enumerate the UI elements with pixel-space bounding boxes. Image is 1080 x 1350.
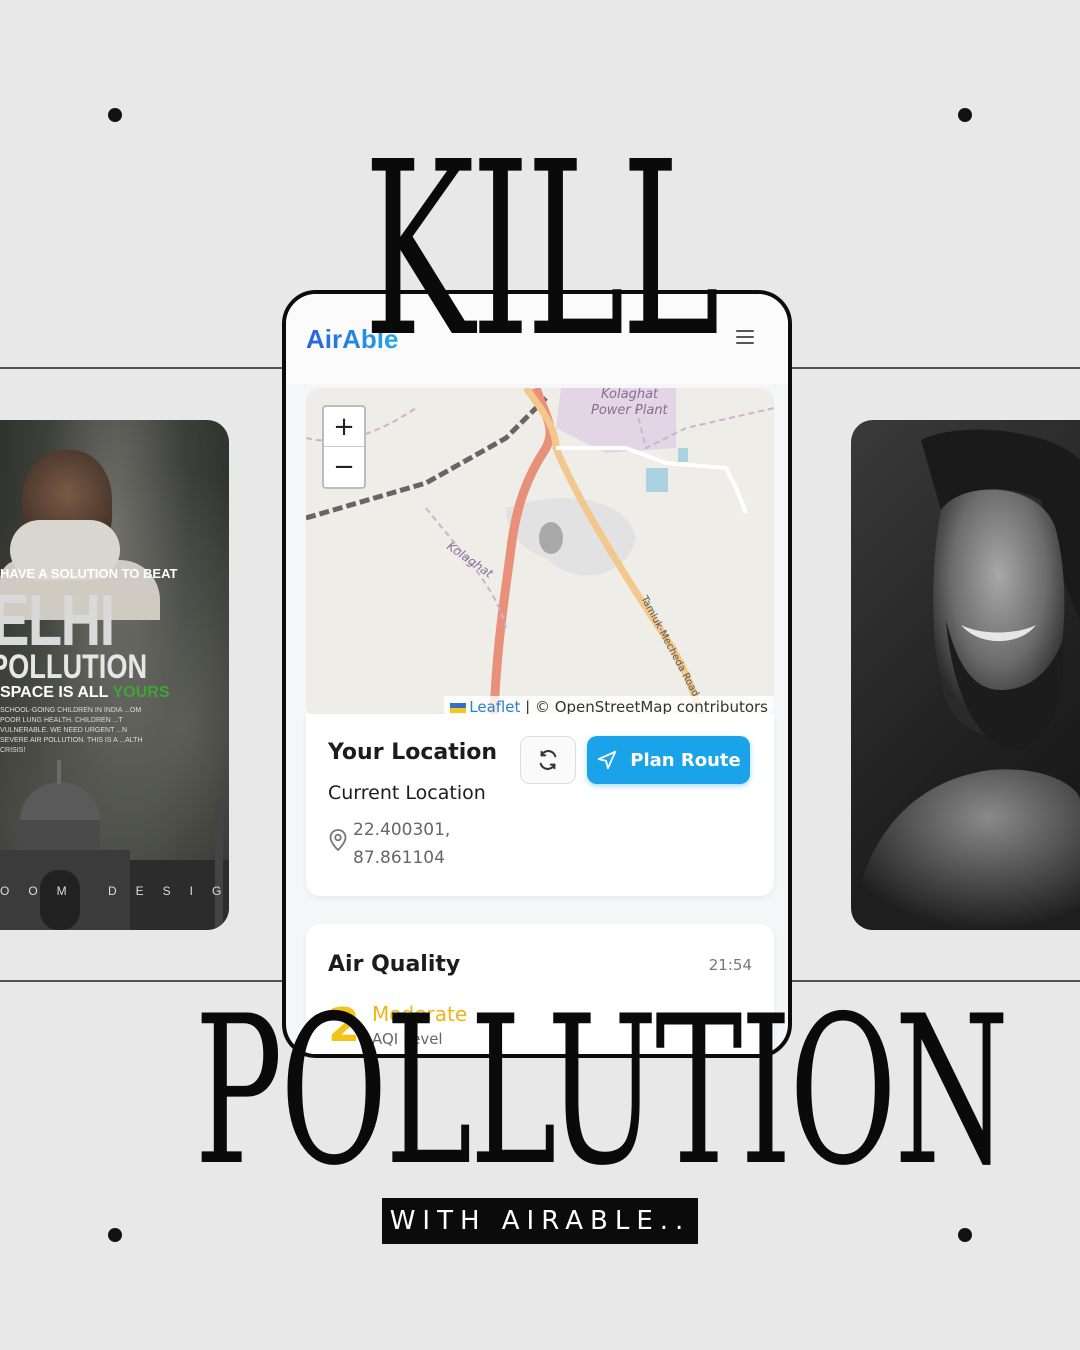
- zoom-in-button[interactable]: +: [324, 407, 364, 447]
- map-zoom-control: + −: [322, 405, 366, 489]
- corner-dot-bottom-right: [958, 1228, 972, 1242]
- poster-footer-text: OOM DESIGN: [0, 884, 229, 898]
- location-coordinates: 22.400301, 87.861104: [353, 816, 450, 872]
- corner-dot-bottom-left: [108, 1228, 122, 1242]
- longitude-value: 87.861104: [353, 848, 445, 868]
- location-subtitle: Current Location: [328, 782, 486, 804]
- poster-line-3: POLLUTION: [0, 648, 148, 686]
- poster-line-1: HAVE A SOLUTION TO BEAT: [0, 566, 178, 581]
- air-quality-timestamp: 21:54: [708, 956, 752, 974]
- delhi-pollution-poster: HAVE A SOLUTION TO BEAT ELHI POLLUTION S…: [0, 420, 229, 930]
- map-label-plant-2: Power Plant: [591, 403, 669, 418]
- location-title: Your Location: [328, 740, 498, 765]
- plan-route-button[interactable]: Plan Route: [587, 736, 750, 784]
- refresh-location-button[interactable]: [520, 736, 576, 784]
- navigation-arrow-icon: [598, 750, 617, 770]
- headline-kill: KILL: [363, 110, 720, 390]
- location-card: Your Location Current Location 22.400301…: [306, 714, 774, 896]
- map-label-plant-1: Kolaghat: [601, 388, 659, 402]
- latitude-value: 22.400301,: [353, 820, 451, 840]
- app-screen: AirAble Kolaghat Power Plant Kolaghat Ta…: [282, 290, 792, 1058]
- headline-pollution: POLLUTION: [194, 973, 1009, 1211]
- location-pin-icon: [329, 829, 347, 852]
- bearded-man-photo: [851, 420, 1080, 930]
- tagline-badge: WITH AIRABLE..: [382, 1198, 698, 1244]
- map-view[interactable]: Kolaghat Power Plant Kolaghat Tamluk-Mec…: [306, 388, 774, 718]
- poster-line-4: SPACE IS ALL YOURS: [0, 684, 170, 701]
- refresh-icon: [539, 750, 557, 770]
- zoom-out-button[interactable]: −: [324, 447, 364, 487]
- taj-mahal-silhouette: [0, 760, 229, 930]
- corner-dot-top-right: [958, 108, 972, 122]
- ukraine-flag-icon: [450, 702, 467, 713]
- poster-body-text: SCHOOL-GOING CHILDREN IN INDIA ...OM POO…: [0, 707, 143, 754]
- plan-route-label: Plan Route: [630, 749, 741, 771]
- corner-dot-top-left: [108, 108, 122, 122]
